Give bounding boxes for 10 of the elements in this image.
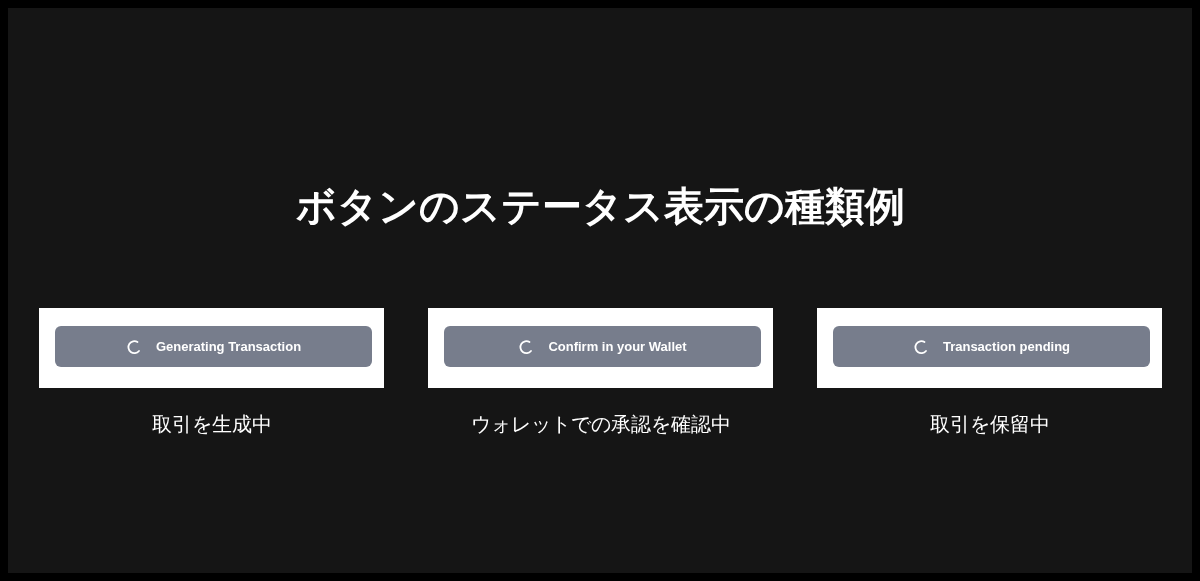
caption: ウォレットでの承認を確認中 [470,411,731,438]
slide-title: ボタンのステータス表示の種類例 [295,182,905,231]
caption: 取引を生成中 [151,411,272,438]
spinner-icon [518,338,535,355]
loading-button[interactable]: Transaction pending [833,326,1150,367]
loading-button[interactable]: Generating Transaction [55,326,372,367]
spinner-icon [125,338,142,355]
spinner-icon [912,338,929,355]
caption: 取引を保留中 [929,411,1050,438]
loading-button[interactable]: Confirm in your Wallet [444,326,761,367]
